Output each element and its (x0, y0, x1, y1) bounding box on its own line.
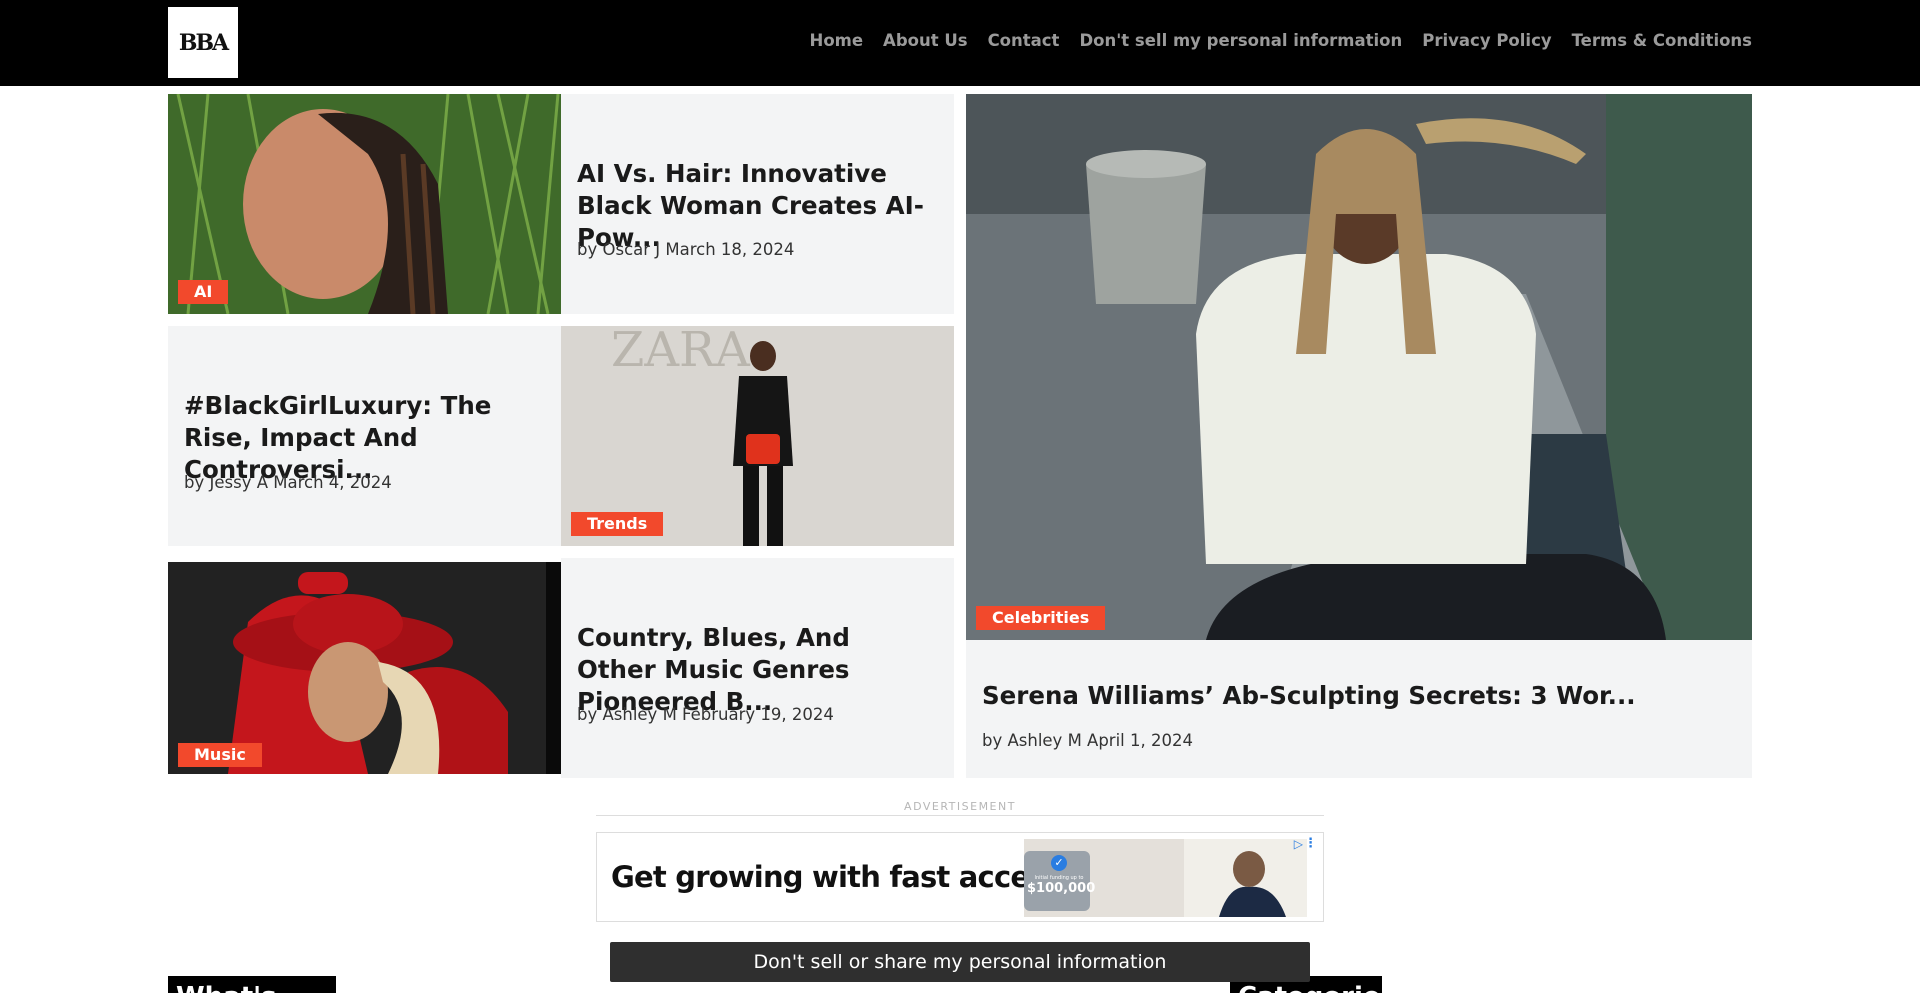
nav-about-us[interactable]: About Us (883, 31, 968, 50)
more-options-icon[interactable]: ⋮ (1304, 836, 1317, 851)
section-whats-new: What's New (168, 976, 336, 993)
ad-divider (596, 815, 1324, 816)
featured-article-title[interactable]: Serena Williams’ Ab-Sculpting Secrets: 3… (982, 680, 1722, 712)
portrait-image (966, 94, 1752, 640)
ad-amount-card: ✓ Initial funding up to $100,000 (1027, 851, 1096, 911)
nav-terms[interactable]: Terms & Conditions (1572, 31, 1752, 50)
adchoices-icon[interactable]: ▷ (1294, 837, 1303, 851)
site-header: BBA Home About Us Contact Don't sell my … (0, 0, 1920, 86)
main-nav: Home About Us Contact Don't sell my pers… (810, 31, 1752, 50)
category-badge[interactable]: AI (178, 280, 229, 304)
article-thumbnail-trends[interactable]: ZARA Trends (561, 326, 954, 546)
article-thumbnail-ai[interactable]: AI (168, 94, 561, 314)
article-byline: by Ashley M April 1, 2024 (982, 731, 1193, 750)
section-label: What's New (176, 982, 277, 993)
article-byline: by Ashley M February 19, 2024 (577, 705, 834, 724)
article-byline: by Jessy A March 4, 2024 (184, 473, 392, 492)
nav-contact[interactable]: Contact (988, 31, 1060, 50)
ad-banner[interactable]: Get growing with fast access ✓ Initial f… (596, 832, 1324, 922)
site-logo[interactable]: BBA (168, 7, 238, 78)
article-title[interactable]: Country, Blues, And Other Music Genres P… (577, 622, 937, 718)
check-icon: ✓ (1051, 855, 1067, 871)
logo-text: BBA (178, 29, 229, 56)
ad-amount: $100,000 (1027, 881, 1096, 896)
nav-home[interactable]: Home (810, 31, 864, 50)
article-byline: by Oscar J March 18, 2024 (577, 240, 795, 259)
nav-privacy-policy[interactable]: Privacy Policy (1422, 31, 1551, 50)
featured-thumbnail-celebrities[interactable]: Celebrities (966, 94, 1752, 640)
advertisement-label: ADVERTISEMENT (904, 800, 1016, 813)
section-label: Categories (1238, 982, 1382, 993)
category-badge[interactable]: Music (178, 743, 262, 767)
article-thumbnail-music[interactable]: Music (168, 562, 561, 774)
ad-headline[interactable]: Get growing with fast access (611, 860, 1063, 894)
category-badge[interactable]: Celebrities (976, 606, 1106, 630)
article-title[interactable]: #BlackGirlLuxury: The Rise, Impact And C… (184, 390, 544, 486)
nav-dont-sell[interactable]: Don't sell my personal information (1079, 31, 1402, 50)
category-badge[interactable]: Trends (571, 512, 664, 536)
dont-sell-button[interactable]: Don't sell or share my personal informat… (610, 942, 1310, 982)
svg-text:ZARA: ZARA (611, 326, 751, 378)
